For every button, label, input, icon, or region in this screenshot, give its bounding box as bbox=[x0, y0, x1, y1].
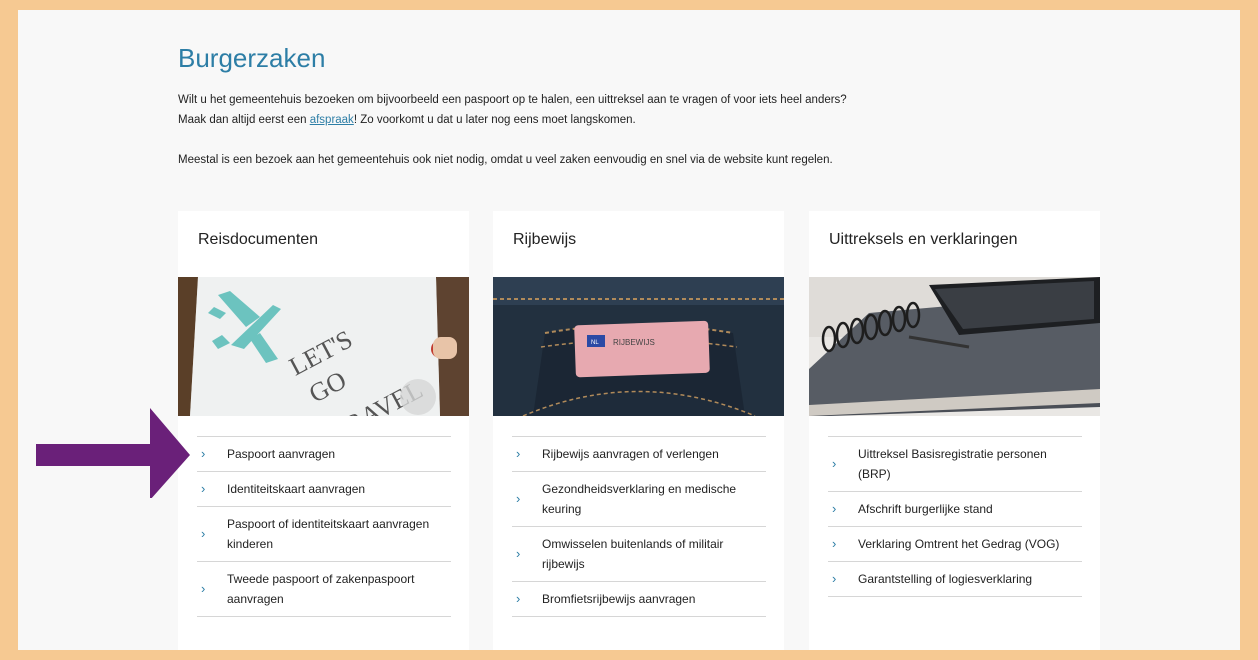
driving-licence-image: NL RIJBEWIJS bbox=[493, 277, 784, 416]
card-rijbewijs: Rijbewijs NL RIJBEWIJS › Rijbewijs aanvra… bbox=[493, 211, 784, 650]
intro-paragraph-2: Meestal is een bezoek aan het gemeentehu… bbox=[178, 154, 833, 166]
card-title: Rijbewijs bbox=[513, 231, 577, 248]
list-item-paspoort-aanvragen[interactable]: › Paspoort aanvragen bbox=[197, 437, 451, 472]
link-label: Rijbewijs aanvragen of verlengen bbox=[542, 447, 719, 461]
link-label: Uittreksel Basisregistratie personen (BR… bbox=[858, 447, 1047, 481]
card-title: Reisdocumenten bbox=[198, 231, 319, 248]
chevron-right-icon: › bbox=[832, 456, 837, 471]
chevron-right-icon: › bbox=[516, 446, 521, 461]
chevron-right-icon: › bbox=[201, 526, 206, 541]
link-label: Identiteitskaart aanvragen bbox=[227, 482, 366, 496]
chevron-right-icon: › bbox=[516, 591, 521, 606]
licence-text-nl: NL bbox=[591, 340, 599, 346]
link-label: Omwisselen buitenlands of militair rijbe… bbox=[542, 537, 724, 571]
link-label: Paspoort aanvragen bbox=[227, 447, 336, 461]
link-label: Paspoort of identiteitskaart aanvragen k… bbox=[227, 517, 430, 551]
card-reisdocumenten: Reisdocumenten LET'S GO TRAVEL › Paspoor… bbox=[178, 211, 469, 650]
afspraak-link[interactable]: afspraak bbox=[310, 114, 354, 126]
link-label: Bromfietsrijbewijs aanvragen bbox=[542, 592, 696, 606]
link-list: › Uittreksel Basisregistratie personen (B… bbox=[828, 436, 1082, 597]
card-title: Uittreksels en verklaringen bbox=[829, 231, 1018, 248]
list-item-gezondheidsverklaring[interactable]: › Gezondheidsverklaring en medische keuri… bbox=[512, 472, 766, 527]
link-label: Gezondheidsverklaring en medische keurin… bbox=[542, 482, 737, 516]
list-item-omwisselen[interactable]: › Omwisselen buitenlands of militair rijb… bbox=[512, 527, 766, 582]
licence-text-rijbewijs: RIJBEWIJS bbox=[613, 338, 655, 347]
travel-image: LET'S GO TRAVEL bbox=[178, 277, 469, 416]
intro-text-after: ! Zo voorkomt u dat u later nog eens moe… bbox=[353, 114, 636, 126]
intro-paragraph-1: Wilt u het gemeentehuis bezoeken om bijv… bbox=[178, 90, 878, 130]
chevron-right-icon: › bbox=[201, 446, 206, 461]
chevron-right-icon: › bbox=[516, 491, 521, 506]
page-title: Burgerzaken bbox=[178, 43, 326, 73]
page: Burgerzaken Wilt u het gemeentehuis bezo… bbox=[18, 10, 1240, 650]
list-item-vog[interactable]: › Verklaring Omtrent het Gedrag (VOG) bbox=[828, 527, 1082, 562]
chevron-right-icon: › bbox=[201, 481, 206, 496]
list-item-tweede-paspoort[interactable]: › Tweede paspoort of zakenpaspoort aanvra… bbox=[197, 562, 451, 617]
link-list: › Rijbewijs aanvragen of verlengen › Gezon… bbox=[512, 436, 766, 617]
link-label: Afschrift burgerlijke stand bbox=[858, 502, 993, 516]
chevron-right-icon: › bbox=[832, 571, 837, 586]
link-list: › Paspoort aanvragen › Identiteitskaart aa… bbox=[197, 436, 451, 617]
list-item-bromfiets[interactable]: › Bromfietsrijbewijs aanvragen bbox=[512, 582, 766, 617]
list-item-afschrift[interactable]: › Afschrift burgerlijke stand bbox=[828, 492, 1082, 527]
chevron-right-icon: › bbox=[201, 581, 206, 596]
list-item-paspoort-kinderen[interactable]: › Paspoort of identiteitskaart aanvragen … bbox=[197, 507, 451, 562]
list-item-garantstelling[interactable]: › Garantstelling of logiesverklaring bbox=[828, 562, 1082, 597]
chevron-right-icon: › bbox=[832, 536, 837, 551]
link-label: Verklaring Omtrent het Gedrag (VOG) bbox=[858, 537, 1060, 551]
list-item-uittreksel-brp[interactable]: › Uittreksel Basisregistratie personen (B… bbox=[828, 437, 1082, 492]
card-uittreksels: Uittreksels en verklaringen › Uittreksel… bbox=[809, 211, 1100, 650]
list-item-rijbewijs-aanvragen[interactable]: › Rijbewijs aanvragen of verlengen bbox=[512, 437, 766, 472]
link-label: Garantstelling of logiesverklaring bbox=[858, 572, 1033, 586]
chevron-right-icon: › bbox=[516, 546, 521, 561]
chevron-right-icon: › bbox=[832, 501, 837, 516]
arrow-right-icon bbox=[36, 408, 190, 498]
notebook-image bbox=[809, 277, 1100, 416]
list-item-identiteitskaart[interactable]: › Identiteitskaart aanvragen bbox=[197, 472, 451, 507]
link-label: Tweede paspoort of zakenpaspoort aanvrag… bbox=[227, 572, 415, 606]
